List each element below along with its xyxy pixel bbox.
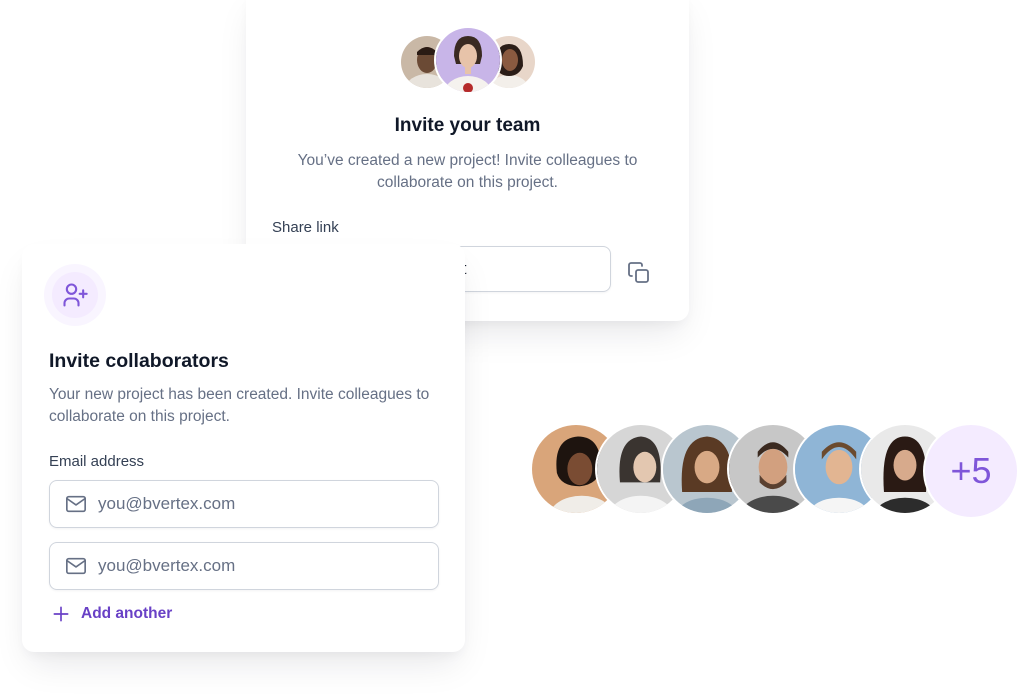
- email-placeholder: you@bvertex.com: [98, 494, 236, 513]
- avatar: [434, 26, 502, 94]
- email-address-label: Email address: [49, 453, 145, 470]
- add-another-button[interactable]: Add another: [51, 604, 172, 624]
- invite-team-description: You’ve created a new project! Invite col…: [297, 152, 638, 191]
- invite-collaborators-title: Invite collaborators: [49, 350, 229, 372]
- plus-icon: [53, 606, 69, 622]
- more-avatars-badge[interactable]: +5: [923, 423, 1019, 519]
- invite-team-title: Invite your team: [394, 115, 541, 136]
- add-another-label: Add another: [81, 605, 173, 622]
- stage: Invite your team You’ve created a new pr…: [0, 0, 1024, 697]
- team-avatar-stack: [246, 26, 689, 94]
- user-plus-icon: [63, 283, 88, 307]
- copy-icon[interactable]: [627, 261, 651, 285]
- share-link-label: Share link: [272, 219, 339, 236]
- invite-collaborators-description: Your new project has been created. Invit…: [49, 386, 430, 425]
- email-field[interactable]: you@bvertex.com: [49, 480, 439, 528]
- avatar-group: +5: [530, 423, 1020, 519]
- mail-icon: [66, 557, 86, 575]
- mail-icon: [66, 495, 86, 513]
- email-placeholder: you@bvertex.com: [98, 556, 236, 575]
- invite-collaborators-card: Invite collaborators Your new project ha…: [22, 244, 465, 652]
- email-field[interactable]: you@bvertex.com: [49, 542, 439, 590]
- feature-icon-ring: [44, 264, 106, 326]
